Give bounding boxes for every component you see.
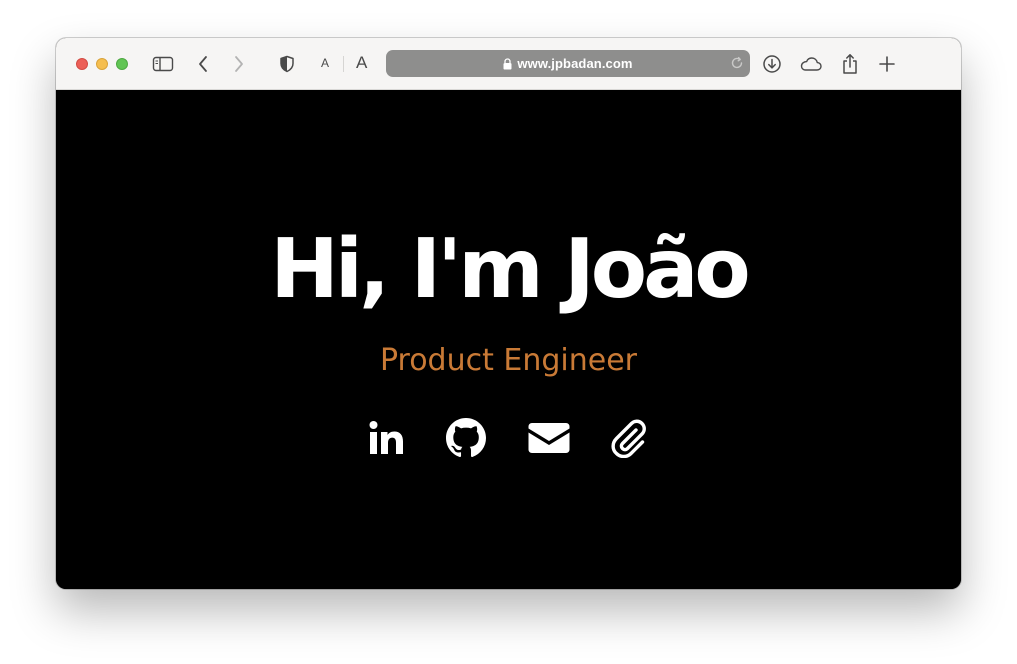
- font-size-divider: [343, 56, 344, 72]
- page-content: Hi, I'm João Product Engineer: [56, 90, 961, 589]
- privacy-shield-icon[interactable]: [279, 52, 295, 76]
- paperclip-icon: [611, 419, 646, 458]
- close-window-button[interactable]: [76, 58, 88, 70]
- github-link[interactable]: [444, 416, 488, 460]
- maximize-window-button[interactable]: [116, 58, 128, 70]
- new-tab-icon[interactable]: [878, 52, 896, 76]
- reload-icon[interactable]: [730, 56, 744, 75]
- social-links: [56, 416, 961, 460]
- back-icon[interactable]: [197, 52, 209, 76]
- linkedin-icon: [369, 421, 403, 454]
- browser-toolbar: A A www.jpbadan.com: [56, 38, 961, 90]
- page-title: Hi, I'm João: [270, 222, 751, 317]
- url-text: www.jpbadan.com: [517, 56, 633, 71]
- icloud-tabs-icon[interactable]: [799, 52, 823, 76]
- desktop: A A www.jpbadan.com Hi, I'm João Product…: [0, 0, 1017, 664]
- decrease-font-button[interactable]: A: [321, 56, 329, 70]
- resume-link[interactable]: [607, 416, 651, 460]
- minimize-window-button[interactable]: [96, 58, 108, 70]
- github-icon: [446, 418, 486, 458]
- sidebar-toggle-icon[interactable]: [152, 52, 174, 76]
- lock-icon: [503, 57, 512, 70]
- increase-font-button[interactable]: A: [356, 53, 367, 73]
- forward-icon[interactable]: [233, 52, 245, 76]
- downloads-icon[interactable]: [762, 52, 782, 76]
- email-link[interactable]: [527, 416, 571, 460]
- address-bar[interactable]: www.jpbadan.com: [386, 50, 750, 77]
- page-subtitle: Product Engineer: [379, 343, 638, 378]
- browser-window: A A www.jpbadan.com Hi, I'm João Product…: [56, 38, 961, 589]
- share-icon[interactable]: [841, 52, 859, 76]
- linkedin-link[interactable]: [365, 416, 409, 460]
- mail-icon: [528, 423, 570, 453]
